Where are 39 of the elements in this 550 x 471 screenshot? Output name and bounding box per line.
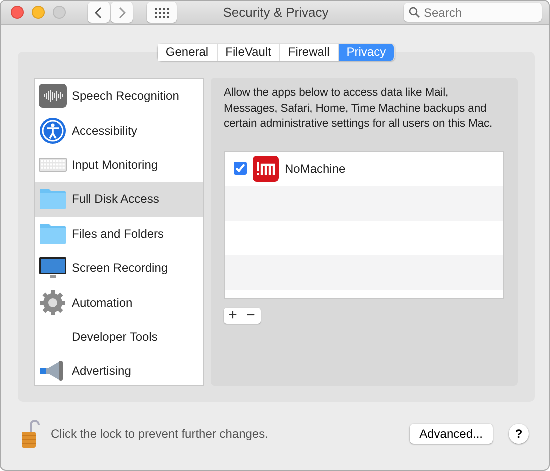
chevron-right-icon <box>118 6 126 18</box>
list-button[interactable]: + <box>224 308 242 324</box>
chevron-left-icon <box>95 6 103 18</box>
sidebar-item[interactable]: Screen Recording <box>35 250 203 286</box>
app-row[interactable]: NoMachine <box>225 152 503 186</box>
sidebar-item[interactable]: Developer Tools <box>35 320 203 354</box>
app-icon <box>253 156 279 182</box>
help-button[interactable]: ? <box>509 424 529 444</box>
window-title: Security & Privacy <box>222 5 330 20</box>
accessibility-icon <box>39 116 67 145</box>
waveform-icon <box>38 83 68 110</box>
description-text: Allow the apps below to access data like Mail, Messages, Safari, Home, Time Machine backups and certain administrative settings for all users on this Mac. <box>224 86 494 132</box>
folder-icon <box>39 188 67 210</box>
grid-icon <box>155 8 169 18</box>
monitor-icon <box>39 257 67 280</box>
minimize-button[interactable] <box>32 6 45 19</box>
search-field[interactable]: Search <box>404 3 542 22</box>
gear-icon <box>40 290 66 316</box>
sidebar-item[interactable]: Accessibility <box>35 113 203 148</box>
tab[interactable]: General <box>158 44 218 61</box>
sidebar-item[interactable]: Input Monitoring <box>35 148 203 182</box>
tab[interactable]: FileVault <box>218 44 280 61</box>
sidebar-item[interactable]: Automation <box>35 285 203 320</box>
folder-icon <box>39 222 67 245</box>
tab[interactable]: Firewall <box>280 44 339 61</box>
keyboard-icon <box>39 158 67 172</box>
list-button[interactable]: − <box>242 308 260 324</box>
back-button[interactable] <box>88 2 110 23</box>
checkbox[interactable] <box>234 162 247 176</box>
close-button[interactable] <box>11 6 24 19</box>
sidebar-item[interactable]: Full Disk Access <box>35 182 203 217</box>
show-all-button[interactable] <box>147 2 177 23</box>
lock-message: Click the lock to prevent further changes. <box>51 427 268 441</box>
search-icon <box>409 7 420 18</box>
sidebar-item[interactable]: Files and Folders <box>35 216 203 251</box>
sidebar-item[interactable]: Advertising <box>35 354 203 385</box>
padlock-icon[interactable] <box>21 419 41 449</box>
advanced-button[interactable]: Advanced... <box>410 424 493 444</box>
sidebar-item[interactable]: Speech Recognition <box>35 79 203 114</box>
